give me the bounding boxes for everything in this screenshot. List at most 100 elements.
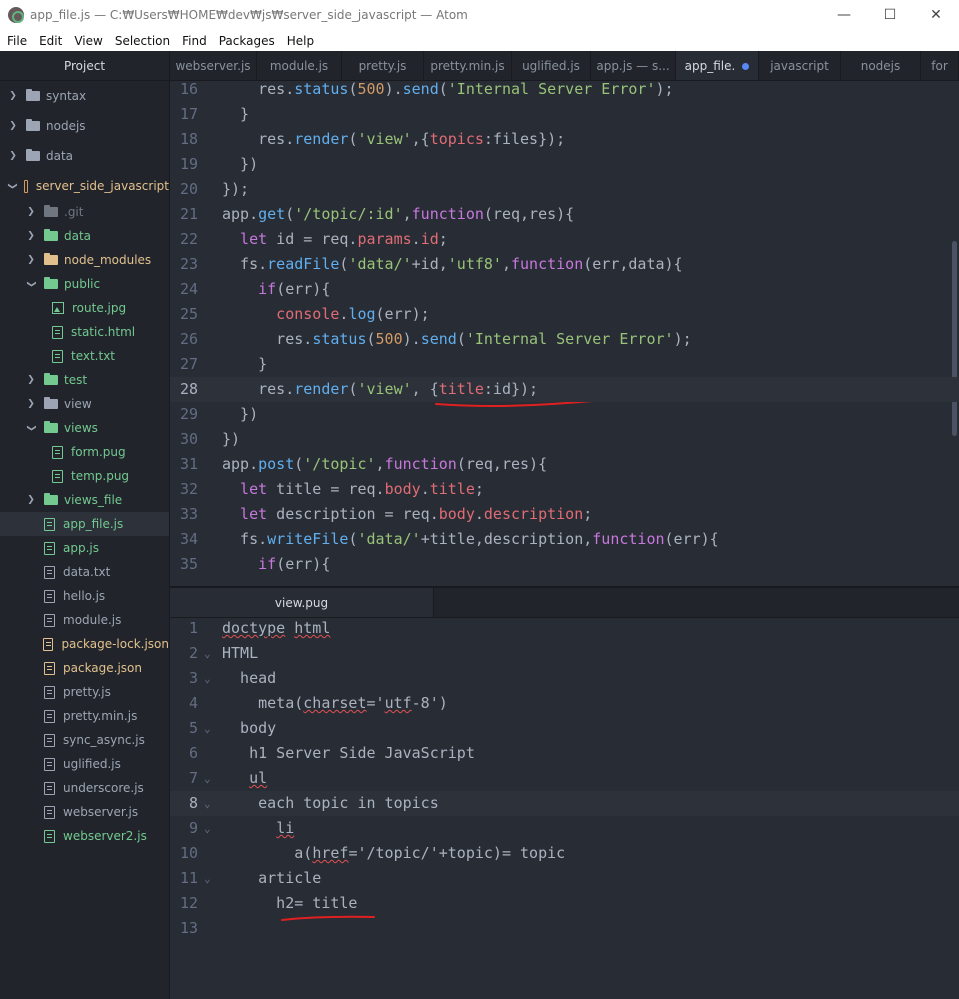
tree-item[interactable]: webserver2.js xyxy=(0,824,169,848)
menu-selection[interactable]: Selection xyxy=(109,34,176,48)
code-line[interactable]: 22 let id = req.params.id; xyxy=(170,227,959,252)
tab-for[interactable]: for xyxy=(921,51,959,80)
chevron-down-icon[interactable]: ❯ xyxy=(7,182,17,190)
tree-item[interactable]: ❯ public xyxy=(0,272,169,296)
tab-app-file-[interactable]: app_file. xyxy=(676,51,759,80)
tree-item[interactable]: ❯ test xyxy=(0,368,169,392)
close-button[interactable]: ✕ xyxy=(913,0,959,30)
tab-pretty-min-js[interactable]: pretty.min.js xyxy=(424,51,512,80)
tree-item[interactable]: text.txt xyxy=(0,344,169,368)
tree-item[interactable]: package-lock.json xyxy=(0,632,169,656)
menu-find[interactable]: Find xyxy=(176,34,213,48)
code-line[interactable]: 4 meta(charset='utf-8') xyxy=(170,691,959,716)
code-line[interactable]: 5 ⌄ body xyxy=(170,716,959,741)
code-line[interactable]: 33 let description = req.body.descriptio… xyxy=(170,502,959,527)
bottom-editor-pane[interactable]: 1 doctype html 2 ⌄ HTML 3 ⌄ head 4 meta(charset… xyxy=(170,618,959,999)
tree-item[interactable]: package.json xyxy=(0,656,169,680)
code-line[interactable]: 25 console.log(err); xyxy=(170,302,959,327)
tab-pretty-js[interactable]: pretty.js xyxy=(342,51,424,80)
code-line[interactable]: 9 ⌄ li xyxy=(170,816,959,841)
tree-item[interactable]: app.js xyxy=(0,536,169,560)
tree-item[interactable]: ❯ node_modules xyxy=(0,248,169,272)
chevron-right-icon[interactable]: ❯ xyxy=(26,207,36,217)
tree-item[interactable]: temp.pug xyxy=(0,464,169,488)
code-line[interactable]: 30}) xyxy=(170,427,959,452)
code-line[interactable]: 35 if(err){ xyxy=(170,552,959,577)
chevron-right-icon[interactable]: ❯ xyxy=(26,231,36,241)
code-line[interactable]: 6 h1 Server Side JavaScript xyxy=(170,741,959,766)
tab-module-js[interactable]: module.js xyxy=(257,51,342,80)
code-line[interactable]: 7 ⌄ ul xyxy=(170,766,959,791)
tree-item[interactable]: webserver.js xyxy=(0,800,169,824)
chevron-right-icon[interactable]: ❯ xyxy=(26,375,36,385)
code-line[interactable]: 24 if(err){ xyxy=(170,277,959,302)
code-line[interactable]: 34 fs.writeFile('data/'+title,descriptio… xyxy=(170,527,959,552)
code-line[interactable]: 27 } xyxy=(170,352,959,377)
tree-item[interactable]: data.txt xyxy=(0,560,169,584)
chevron-right-icon[interactable]: ❯ xyxy=(26,495,36,505)
menu-file[interactable]: File xyxy=(0,34,33,48)
tab-nodejs[interactable]: nodejs xyxy=(841,51,921,80)
code-line[interactable]: 26 res.status(500).send('Internal Server… xyxy=(170,327,959,352)
code-line[interactable]: 17 } xyxy=(170,102,959,127)
menu-edit[interactable]: Edit xyxy=(33,34,68,48)
fold-chevron-icon[interactable]: ⌄ xyxy=(204,716,211,741)
code-line[interactable]: 3 ⌄ head xyxy=(170,666,959,691)
tab-javascript[interactable]: javascript xyxy=(759,51,841,80)
minimize-button[interactable]: — xyxy=(821,0,867,30)
code-line[interactable]: 23 fs.readFile('data/'+id,'utf8',functio… xyxy=(170,252,959,277)
chevron-right-icon[interactable]: ❯ xyxy=(26,399,36,409)
code-line[interactable]: 20}); xyxy=(170,177,959,202)
fold-chevron-icon[interactable]: ⌄ xyxy=(204,791,211,816)
code-line[interactable]: 18 res.render('view',{topics:files}); xyxy=(170,127,959,152)
chevron-right-icon[interactable]: ❯ xyxy=(8,151,18,161)
tree-item[interactable]: underscore.js xyxy=(0,776,169,800)
code-line[interactable]: 29 }) xyxy=(170,402,959,427)
tree-item[interactable]: route.jpg xyxy=(0,296,169,320)
menu-view[interactable]: View xyxy=(68,34,108,48)
tree-item[interactable]: ❯ server_side_javascript xyxy=(0,174,169,198)
tree-item[interactable]: pretty.js xyxy=(0,680,169,704)
fold-chevron-icon[interactable]: ⌄ xyxy=(204,816,211,841)
tree-item[interactable]: ❯ data xyxy=(0,224,169,248)
tree-item[interactable]: static.html xyxy=(0,320,169,344)
chevron-right-icon[interactable]: ❯ xyxy=(8,121,18,131)
maximize-button[interactable]: ☐ xyxy=(867,0,913,30)
menu-help[interactable]: Help xyxy=(281,34,320,48)
code-line[interactable]: 19 }) xyxy=(170,152,959,177)
code-line[interactable]: 31 app.post('/topic',function(req,res){ xyxy=(170,452,959,477)
chevron-right-icon[interactable]: ❯ xyxy=(8,91,18,101)
fold-chevron-icon[interactable]: ⌄ xyxy=(204,666,211,691)
tab-uglified-js[interactable]: uglified.js xyxy=(512,51,591,80)
tree-item[interactable]: module.js xyxy=(0,608,169,632)
code-line[interactable]: 13 xyxy=(170,916,959,941)
fold-chevron-icon[interactable]: ⌄ xyxy=(204,866,211,891)
menu-packages[interactable]: Packages xyxy=(213,34,281,48)
tree-item[interactable]: ❯ .git xyxy=(0,200,169,224)
code-line[interactable]: 8 ⌄ each topic in topics xyxy=(170,791,959,816)
code-line[interactable]: 32 let title = req.body.title; xyxy=(170,477,959,502)
tree-item[interactable]: app_file.js xyxy=(0,512,169,536)
tree-item[interactable]: ❯ data xyxy=(0,144,169,168)
tree-item[interactable]: ❯ view xyxy=(0,392,169,416)
tree-item[interactable]: form.pug xyxy=(0,440,169,464)
code-line[interactable]: 12 h2= title xyxy=(170,891,959,916)
tab-app-js-s-[interactable]: app.js — s... xyxy=(591,51,676,80)
chevron-down-icon[interactable]: ❯ xyxy=(26,279,36,289)
code-line[interactable]: 1 doctype html xyxy=(170,618,959,641)
code-line[interactable]: 11 ⌄ article xyxy=(170,866,959,891)
tree-item[interactable]: ❯ views xyxy=(0,416,169,440)
code-line[interactable]: 28 res.render('view', {title:id}); xyxy=(170,377,959,402)
tree-item[interactable]: ❯ syntax xyxy=(0,84,169,108)
tree-item[interactable]: pretty.min.js xyxy=(0,704,169,728)
tab-view-pug[interactable]: view.pug xyxy=(170,588,434,617)
chevron-right-icon[interactable]: ❯ xyxy=(26,255,36,265)
fold-chevron-icon[interactable]: ⌄ xyxy=(204,641,211,666)
code-line[interactable]: 16 res.status(500).send('Internal Server… xyxy=(170,81,959,102)
code-line[interactable]: 21 app.get('/topic/:id',function(req,res)… xyxy=(170,202,959,227)
code-line[interactable]: 2 ⌄ HTML xyxy=(170,641,959,666)
chevron-down-icon[interactable]: ❯ xyxy=(26,423,36,433)
tab-webserver-js[interactable]: webserver.js xyxy=(170,51,257,80)
tree-item[interactable]: uglified.js xyxy=(0,752,169,776)
project-header[interactable]: Project xyxy=(0,51,169,81)
